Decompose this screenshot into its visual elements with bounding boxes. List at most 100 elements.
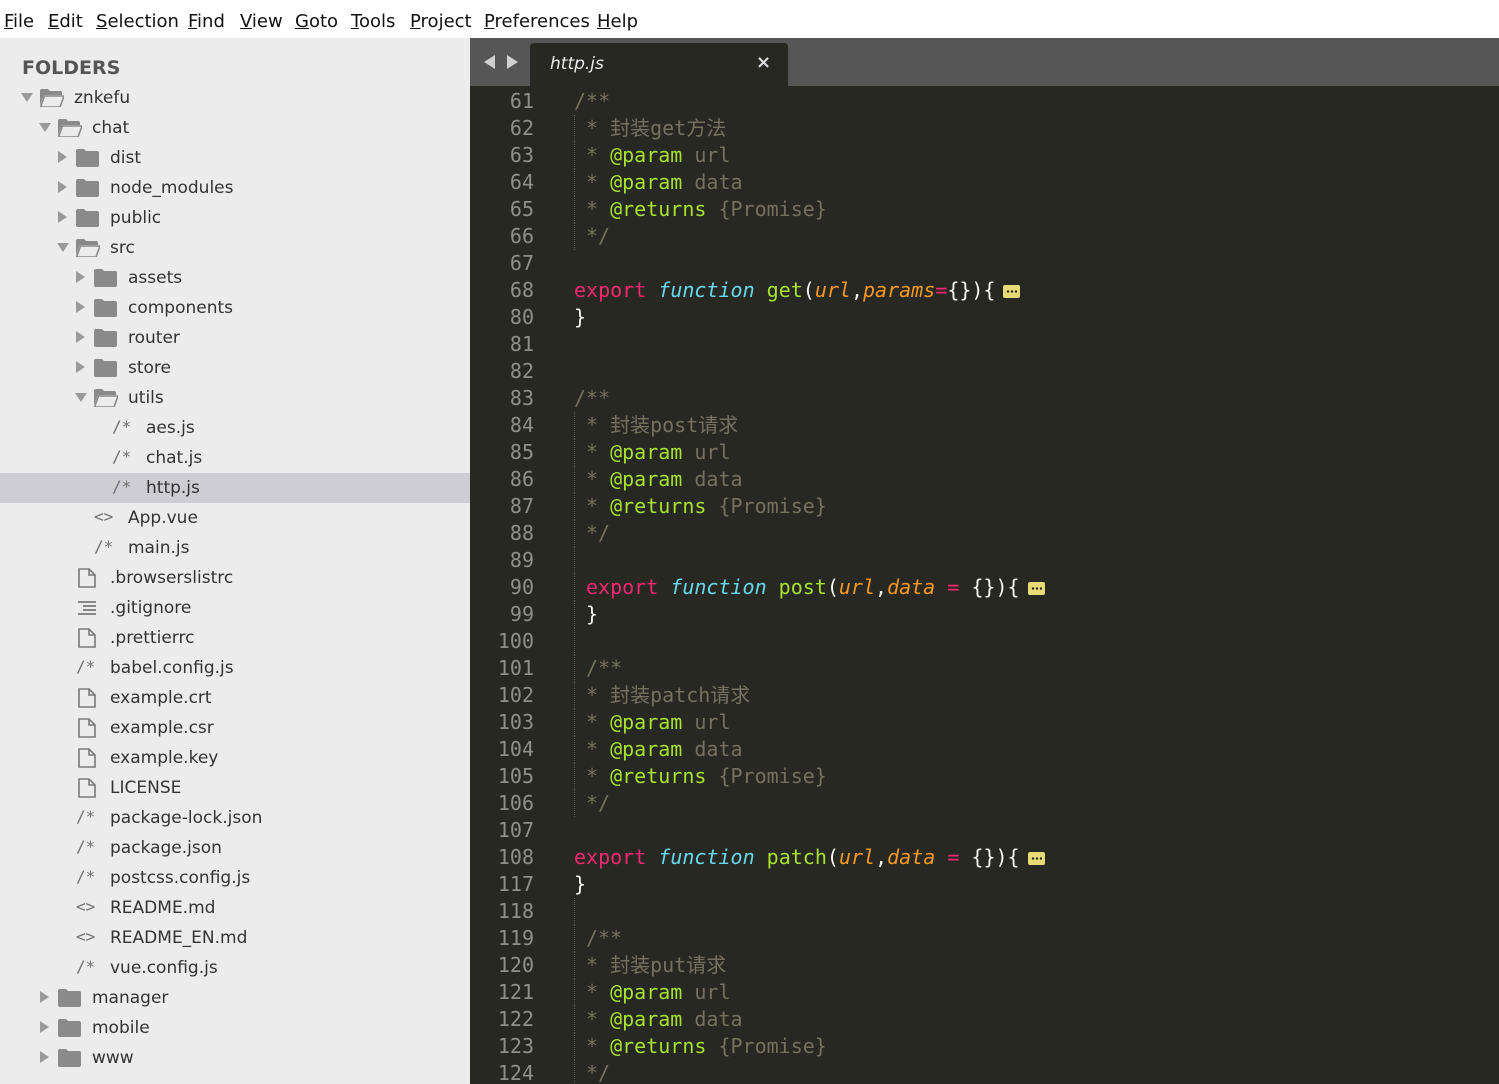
folder-icon — [76, 179, 99, 197]
folder-open-icon — [58, 119, 82, 137]
file-row[interactable]: /* package.json — [0, 833, 470, 863]
file-row[interactable]: example.crt — [0, 683, 470, 713]
code-token: = — [947, 845, 960, 869]
folder-row[interactable]: node_modules — [0, 173, 470, 203]
menu-goto[interactable]: Goto — [295, 10, 338, 34]
file-row[interactable]: example.csr — [0, 713, 470, 743]
file-row[interactable]: <> README.md — [0, 893, 470, 923]
folder-icon — [58, 1019, 81, 1037]
tab-http-js[interactable]: http.js × — [530, 43, 788, 86]
folded-code-icon[interactable] — [1003, 285, 1021, 298]
disclosure-closed-icon[interactable] — [40, 1051, 49, 1063]
folder-row[interactable]: public — [0, 203, 470, 233]
code-line: 82 — [470, 358, 1499, 385]
file-row[interactable]: LICENSE — [0, 773, 470, 803]
folder-row[interactable]: www — [0, 1043, 470, 1073]
menu-preferences[interactable]: Preferences — [484, 10, 590, 34]
file-row[interactable]: /* babel.config.js — [0, 653, 470, 683]
code-text: * @param url — [586, 142, 731, 169]
folder-row[interactable]: assets — [0, 263, 470, 293]
code-line: 117} — [470, 871, 1499, 898]
code-text: * 封装patch请求 — [586, 682, 750, 709]
file-row[interactable]: example.key — [0, 743, 470, 773]
folder-row[interactable]: mobile — [0, 1013, 470, 1043]
folder-row[interactable]: components — [0, 293, 470, 323]
menu-selection[interactable]: Selection — [96, 10, 179, 34]
tree-item-label: package-lock.json — [110, 808, 263, 828]
code-line: 84 * 封装post请求 — [470, 412, 1499, 439]
file-row[interactable]: .browserslistrc — [0, 563, 470, 593]
file-row[interactable]: /* aes.js — [0, 413, 470, 443]
folder-row[interactable]: src — [0, 233, 470, 263]
line-number: 119 — [497, 926, 534, 950]
indent-guide — [574, 898, 575, 925]
code-text: */ — [586, 790, 610, 817]
menu-project[interactable]: Project — [410, 10, 472, 34]
disclosure-open-icon[interactable] — [21, 93, 33, 102]
code-line: 101 /** — [470, 655, 1499, 682]
code-token: export — [574, 278, 647, 302]
file-row[interactable]: .prettierrc — [0, 623, 470, 653]
folder-row[interactable]: store — [0, 353, 470, 383]
js-file-icon: /* — [112, 447, 132, 466]
code-token: url — [838, 575, 876, 599]
tree-item-label: manager — [92, 988, 169, 1008]
code-text: export function get(url,params={}){ — [574, 277, 1021, 304]
file-row[interactable]: <> README_EN.md — [0, 923, 470, 953]
tab-nav-right-icon[interactable] — [507, 55, 518, 69]
menu-help[interactable]: Help — [597, 10, 638, 34]
menu-view[interactable]: View — [240, 10, 283, 34]
folder-icon — [94, 299, 117, 317]
line-number: 83 — [509, 386, 534, 410]
disclosure-open-icon[interactable] — [39, 123, 51, 132]
folder-row[interactable]: chat — [0, 113, 470, 143]
disclosure-closed-icon[interactable] — [40, 991, 49, 1003]
disclosure-closed-icon[interactable] — [58, 151, 67, 163]
menu-tools[interactable]: Tools — [351, 10, 395, 34]
folder-row[interactable]: utils — [0, 383, 470, 413]
file-row[interactable]: /* main.js — [0, 533, 470, 563]
code-line: 120 * 封装put请求 — [470, 952, 1499, 979]
folder-row[interactable]: manager — [0, 983, 470, 1013]
code-text: * @param data — [586, 169, 743, 196]
tree-item-label: chat — [92, 118, 130, 138]
disclosure-closed-icon[interactable] — [76, 271, 85, 283]
menu-file[interactable]: File — [4, 10, 34, 34]
code-view[interactable]: 61 /** 62 * 封装get方法 63 * @param url 64 * @param… — [470, 88, 1499, 1084]
tab-nav-left-icon[interactable] — [484, 55, 495, 69]
code-token: /** — [586, 926, 623, 950]
indent-guide — [574, 655, 575, 682]
file-row[interactable]: <> App.vue — [0, 503, 470, 533]
disclosure-closed-icon[interactable] — [76, 331, 85, 343]
file-row[interactable]: /* http.js — [0, 473, 470, 503]
tree-item-label: example.csr — [110, 718, 214, 738]
folder-row[interactable]: znkefu — [0, 83, 470, 113]
file-row[interactable]: /* postcss.config.js — [0, 863, 470, 893]
line-number: 105 — [497, 764, 534, 788]
disclosure-closed-icon[interactable] — [58, 181, 67, 193]
file-row[interactable]: /* chat.js — [0, 443, 470, 473]
indent-guide — [574, 547, 575, 574]
code-token: data — [887, 845, 936, 869]
folded-code-icon[interactable] — [1027, 582, 1045, 595]
file-row[interactable]: /* package-lock.json — [0, 803, 470, 833]
file-row[interactable]: /* vue.config.js — [0, 953, 470, 983]
code-text: * @param data — [586, 466, 743, 493]
tree-item-label: vue.config.js — [110, 958, 218, 978]
disclosure-closed-icon[interactable] — [58, 211, 67, 223]
disclosure-closed-icon[interactable] — [76, 361, 85, 373]
file-row[interactable]: .gitignore — [0, 593, 470, 623]
disclosure-closed-icon[interactable] — [76, 301, 85, 313]
tree-item-label: router — [128, 328, 180, 348]
disclosure-open-icon[interactable] — [57, 243, 69, 252]
tree-item-label: postcss.config.js — [110, 868, 251, 888]
folder-row[interactable]: router — [0, 323, 470, 353]
menu-find[interactable]: Find — [188, 10, 225, 34]
menu-edit[interactable]: Edit — [48, 10, 83, 34]
disclosure-closed-icon[interactable] — [40, 1021, 49, 1033]
disclosure-open-icon[interactable] — [75, 393, 87, 402]
close-icon[interactable]: × — [756, 52, 771, 74]
folder-row[interactable]: dist — [0, 143, 470, 173]
folded-code-icon[interactable] — [1027, 852, 1045, 865]
file-icon — [77, 628, 100, 648]
